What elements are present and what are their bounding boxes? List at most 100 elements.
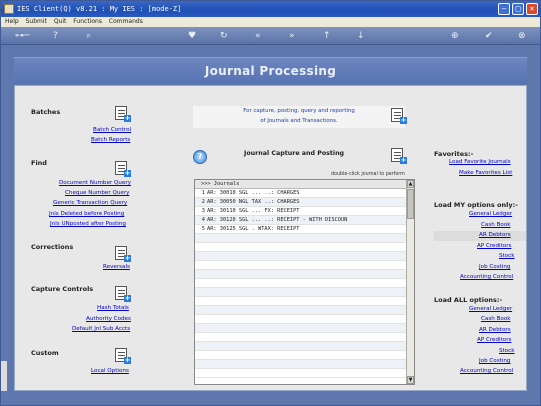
link-my-job-costing[interactable]: Job Costing xyxy=(479,264,511,270)
table-row xyxy=(195,234,414,243)
corrections-icon[interactable]: + xyxy=(113,246,131,262)
page-title: Journal Processing xyxy=(204,64,337,78)
info-line-2: of Journals and Transactions. xyxy=(260,118,338,124)
scroll-up-icon[interactable]: ▲ xyxy=(407,180,414,188)
heart-icon[interactable]: ♥ xyxy=(188,30,196,42)
link-all-ar-debtors[interactable]: AR Debtors xyxy=(479,327,511,333)
info-box: For capture, posting, query and reportin… xyxy=(193,106,405,128)
table-row xyxy=(195,324,414,333)
table-row xyxy=(195,342,414,351)
link-jnls-unposted[interactable]: Jnls UNposted after Posting xyxy=(50,221,126,227)
link-document-number-query[interactable]: Document Number Query xyxy=(59,180,131,186)
link-reversals[interactable]: Reversals xyxy=(103,264,130,270)
favorites-title: Favorites:- xyxy=(434,150,474,158)
link-make-favorites-list[interactable]: Make Favorites List xyxy=(459,170,512,176)
toolbar: ⊶─ ? ⌕ ♥ ↻ « » ↑ ↓ ⊕ ✔ ⊗ xyxy=(1,27,540,45)
down-icon[interactable]: ↓ xyxy=(357,30,365,42)
table-row[interactable]: 5 AR: 30125 SGL . WTAX: RECEIPT xyxy=(195,225,414,234)
link-my-cash-book[interactable]: Cash Book xyxy=(481,222,511,228)
link-my-ap-creditors[interactable]: AP Creditors xyxy=(477,243,511,249)
custom-icon[interactable]: + xyxy=(113,348,131,364)
journal-processing-icon[interactable]: + xyxy=(389,108,407,124)
main-panel: Batches + Batch Control Batch Reports Fi… xyxy=(14,85,527,391)
vertical-scrollbar[interactable]: ▲ ▼ xyxy=(406,180,414,384)
check-icon[interactable]: ✔ xyxy=(485,30,493,42)
app-window: IES Client(Q) v8.21 : My IES : [mode-Z] … xyxy=(0,0,541,406)
link-all-general-ledger[interactable]: General Ledger xyxy=(469,306,512,312)
close-icon[interactable]: × xyxy=(526,3,538,15)
menu-bar: Help Submit Quit Functions Commands xyxy=(1,17,540,27)
search-icon[interactable]: ⌕ xyxy=(86,30,91,42)
link-hash-totals[interactable]: Hash Totals xyxy=(97,305,129,311)
table-row xyxy=(195,270,414,279)
table-row xyxy=(195,243,414,252)
window-title: IES Client(Q) v8.21 : My IES : [mode-Z] xyxy=(17,5,182,13)
link-load-favorite-journals[interactable]: Load Favorite Journals xyxy=(449,159,511,165)
help-icon[interactable]: ? xyxy=(193,150,207,164)
my-options-title: Load MY options only:- xyxy=(434,201,518,209)
link-generic-transaction-query[interactable]: Generic Transaction Query xyxy=(53,200,127,206)
grid-header: >>> Journals xyxy=(195,180,414,189)
link-cheque-number-query[interactable]: Cheque Number Query xyxy=(65,190,129,196)
link-all-cash-book[interactable]: Cash Book xyxy=(481,316,511,322)
add-icon[interactable]: ⊕ xyxy=(451,30,459,42)
link-all-job-costing[interactable]: Job Costing xyxy=(479,358,511,364)
table-row[interactable]: 4 AR: 30120 SGL ... ..: RECEIPT - WITH DI… xyxy=(195,216,414,225)
table-row[interactable]: 1 AR: 30010 SGL ... ..: CHARGES xyxy=(195,189,414,198)
help-icon[interactable]: ? xyxy=(53,30,58,42)
side-marker xyxy=(1,361,7,391)
link-all-accounting-control[interactable]: Accounting Control xyxy=(460,368,513,374)
table-row xyxy=(195,351,414,360)
minimize-icon[interactable]: – xyxy=(498,3,510,15)
table-row[interactable]: 3 AR: 30110 SGL ... FX: RECEIPT xyxy=(195,207,414,216)
capture-title: Journal Capture and Posting xyxy=(244,150,345,157)
menu-help[interactable]: Help xyxy=(5,18,19,25)
menu-functions[interactable]: Functions xyxy=(73,18,102,25)
table-row xyxy=(195,261,414,270)
batches-title: Batches xyxy=(31,108,61,116)
link-batch-control[interactable]: Batch Control xyxy=(93,127,131,133)
link-jnls-deleted[interactable]: Jnls Deleted before Posting xyxy=(49,211,124,217)
link-all-ap-creditors[interactable]: AP Creditors xyxy=(477,337,511,343)
table-row xyxy=(195,369,414,378)
batches-icon[interactable]: + xyxy=(113,106,131,122)
table-row[interactable]: 2 AR: 30050 NGL TAX ..: CHARGES xyxy=(195,198,414,207)
maximize-icon[interactable]: □ xyxy=(512,3,524,15)
link-default-jnl-sub-accts[interactable]: Default Jnl Sub Accts xyxy=(72,326,130,332)
scroll-thumb[interactable] xyxy=(407,189,414,219)
table-row xyxy=(195,279,414,288)
table-row xyxy=(195,306,414,315)
capture-controls-icon[interactable]: + xyxy=(113,286,131,302)
close-icon[interactable]: ⊗ xyxy=(518,30,526,42)
up-icon[interactable]: ↑ xyxy=(323,30,331,42)
corrections-title: Corrections xyxy=(31,243,74,251)
link-all-stock[interactable]: Stock xyxy=(499,348,514,354)
journals-grid[interactable]: >>> Journals 1 AR: 30010 SGL ... ..: CHAR… xyxy=(194,179,415,385)
refresh-icon[interactable]: ↻ xyxy=(220,30,228,42)
link-my-general-ledger[interactable]: General Ledger xyxy=(469,211,512,217)
link-my-ar-debtors[interactable]: AR Debtors xyxy=(479,232,511,238)
table-row xyxy=(195,252,414,261)
link-my-stock[interactable]: Stock xyxy=(499,253,514,259)
link-batch-reports[interactable]: Batch Reports xyxy=(91,137,130,143)
scroll-down-icon[interactable]: ▼ xyxy=(407,376,414,384)
capture-icon[interactable]: + xyxy=(389,148,407,164)
link-my-accounting-control[interactable]: Accounting Control xyxy=(460,274,513,280)
find-title: Find xyxy=(31,159,47,167)
menu-submit[interactable]: Submit xyxy=(26,18,47,25)
menu-commands[interactable]: Commands xyxy=(109,18,143,25)
all-options-title: Load ALL options:- xyxy=(434,296,503,304)
grid-hint: double-click journal to perform xyxy=(331,172,405,177)
key-icon[interactable]: ⊶─ xyxy=(15,30,29,42)
link-authority-codes[interactable]: Authority Codes xyxy=(86,316,131,322)
info-line-1: For capture, posting, query and reportin… xyxy=(243,108,355,114)
link-local-options[interactable]: Local Options xyxy=(91,368,129,374)
forward-icon[interactable]: » xyxy=(289,30,295,42)
table-row xyxy=(195,288,414,297)
banner: Journal Processing xyxy=(14,57,527,84)
back-icon[interactable]: « xyxy=(255,30,261,42)
capture-controls-title: Capture Controls xyxy=(31,285,94,293)
menu-quit[interactable]: Quit xyxy=(54,18,67,25)
find-icon[interactable]: + xyxy=(113,161,131,177)
table-row xyxy=(195,333,414,342)
